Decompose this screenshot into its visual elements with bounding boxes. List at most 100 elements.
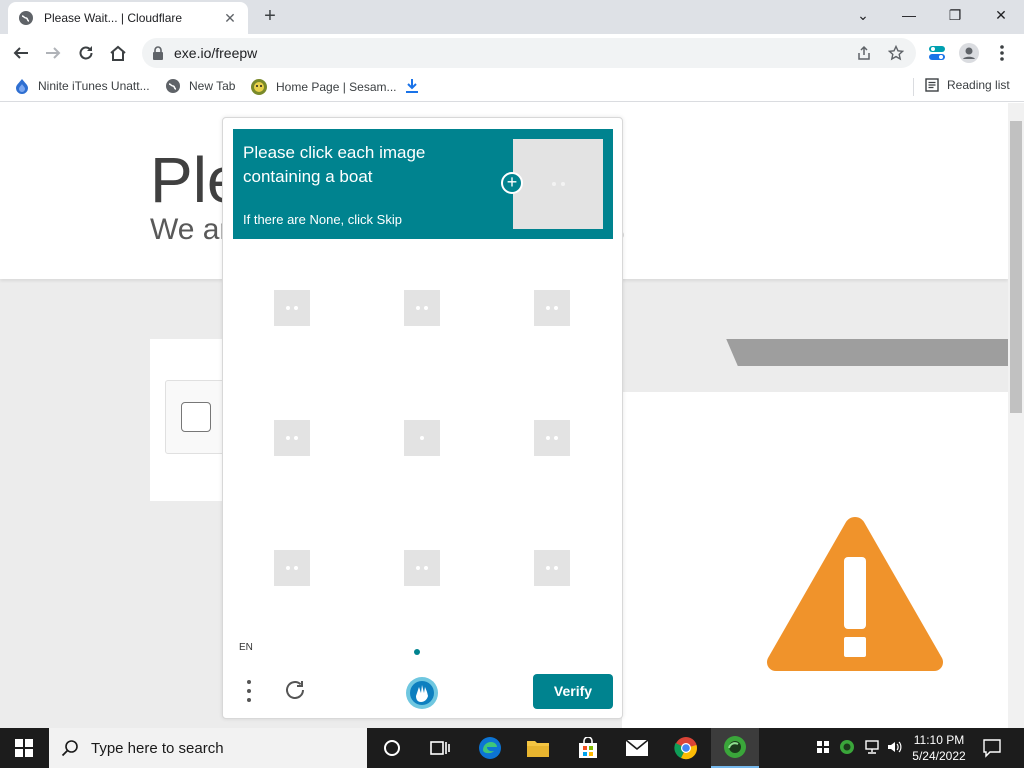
- system-clock[interactable]: 11:10 PM 5/24/2022: [906, 732, 972, 764]
- bookmark-new-tab[interactable]: New Tab: [165, 78, 235, 94]
- back-button[interactable]: [8, 40, 34, 66]
- browser-tab[interactable]: Please Wait... | Cloudflare ✕: [8, 2, 248, 34]
- reload-button[interactable]: [73, 40, 99, 66]
- back-arrow-icon: [13, 47, 28, 59]
- bookmarks-bar: Ninite iTunes Unatt... New Tab Home Page…: [0, 72, 1024, 102]
- sesame-icon: [251, 79, 267, 95]
- prompt-text: Please click each image containing a boa…: [243, 143, 426, 186]
- verify-button[interactable]: Verify: [533, 674, 613, 709]
- language-selector[interactable]: EN: [239, 642, 253, 653]
- new-tab-button[interactable]: +: [258, 4, 282, 28]
- image-tile-7[interactable]: [274, 550, 310, 586]
- download-icon: [406, 79, 418, 93]
- warning-icon: [766, 517, 944, 671]
- network-icon[interactable]: [863, 739, 881, 755]
- folder-icon: [527, 741, 549, 757]
- scrollbar-thumb[interactable]: [1010, 121, 1022, 413]
- example-image[interactable]: [513, 139, 603, 229]
- extension-button[interactable]: [924, 40, 950, 66]
- human-checkbox[interactable]: [181, 402, 211, 432]
- reload-icon: [79, 46, 93, 60]
- captcha-menu-icon[interactable]: [243, 678, 255, 704]
- bookmarks-divider: [913, 78, 914, 96]
- minimize-button[interactable]: —: [886, 0, 932, 30]
- refresh-challenge-icon[interactable]: [283, 678, 307, 702]
- kebab-menu-icon: [1000, 45, 1004, 61]
- ninite-icon: [16, 79, 28, 94]
- captcha-prompt: Please click each image containing a boa…: [233, 129, 613, 239]
- image-tile-2[interactable]: [404, 290, 440, 326]
- hcaptcha-logo-icon[interactable]: [405, 676, 439, 710]
- address-bar[interactable]: exe.io/freepw: [142, 38, 916, 68]
- menu-button[interactable]: [989, 40, 1015, 66]
- image-tile-3[interactable]: [534, 290, 570, 326]
- captcha-challenge: Please click each image containing a boa…: [222, 117, 623, 719]
- tab-strip: Please Wait... | Cloudflare ✕ + ⌄ — ❐ ✕: [0, 0, 1024, 34]
- bookmark-star-icon[interactable]: [888, 45, 904, 61]
- image-tile-5[interactable]: [404, 420, 440, 456]
- start-button[interactable]: [0, 728, 48, 768]
- taskbar-search-box[interactable]: Type here to search: [49, 728, 367, 768]
- close-window-button[interactable]: ✕: [978, 0, 1024, 30]
- tab-close-icon[interactable]: ✕: [222, 10, 238, 27]
- bookmark-ninite[interactable]: Ninite iTunes Unatt...: [14, 78, 150, 94]
- file-explorer-button[interactable]: [514, 728, 562, 768]
- windows-logo-icon: [15, 739, 33, 757]
- bookmark-sesame[interactable]: Home Page | Sesam...: [250, 78, 397, 96]
- forward-arrow-icon: [46, 47, 61, 59]
- image-tile-6[interactable]: [534, 420, 570, 456]
- reading-list-label: Reading list: [947, 78, 1010, 92]
- windows-taskbar: Type here to search 11:10 PM 5/24/2022: [0, 728, 1024, 768]
- edge-beta-tray-icon[interactable]: [839, 739, 855, 755]
- edge-beta-icon: [724, 736, 746, 758]
- globe-icon: [19, 11, 33, 25]
- edge-taskbar-button[interactable]: [466, 728, 514, 768]
- search-icon: [61, 740, 78, 757]
- globe-icon: [166, 79, 180, 93]
- restore-button[interactable]: ❐: [932, 0, 978, 30]
- expand-example-icon[interactable]: +: [501, 172, 523, 194]
- clock-time: 11:10 PM: [913, 733, 965, 747]
- prompt-hint: If there are None, click Skip: [243, 212, 402, 227]
- forward-button[interactable]: [40, 40, 66, 66]
- bookmark-download[interactable]: [405, 78, 427, 94]
- volume-icon[interactable]: [886, 739, 902, 755]
- home-icon: [110, 45, 126, 61]
- reading-list-button[interactable]: Reading list: [925, 78, 1010, 92]
- url-text: exe.io/freepw: [174, 45, 258, 61]
- avatar-icon: [959, 43, 979, 63]
- store-button[interactable]: [564, 728, 612, 768]
- clock-date: 5/24/2022: [912, 749, 966, 763]
- image-tile-9[interactable]: [534, 550, 570, 586]
- page-scrollbar[interactable]: [1008, 103, 1024, 728]
- tab-title: Please Wait... | Cloudflare: [44, 11, 183, 25]
- bookmark-label: Ninite iTunes Unatt...: [38, 79, 150, 93]
- lock-icon: [153, 46, 163, 60]
- search-placeholder: Type here to search: [91, 739, 224, 757]
- security-icon[interactable]: [815, 739, 831, 755]
- mail-button[interactable]: [613, 728, 661, 768]
- chrome-taskbar-button[interactable]: [662, 728, 710, 768]
- image-tile-8[interactable]: [404, 550, 440, 586]
- home-button[interactable]: [105, 40, 131, 66]
- share-icon[interactable]: [856, 45, 872, 61]
- page-indicator-dot: [414, 649, 420, 655]
- image-tile-4[interactable]: [274, 420, 310, 456]
- edge-icon: [479, 737, 501, 759]
- cortana-button[interactable]: [368, 728, 416, 768]
- chrome-icon: [674, 737, 697, 760]
- progress-banner: [622, 339, 1008, 366]
- edge-beta-taskbar-button[interactable]: [711, 728, 759, 768]
- store-icon: [579, 737, 597, 758]
- image-tile-1[interactable]: [274, 290, 310, 326]
- task-view-button[interactable]: [416, 728, 464, 768]
- task-view-icon: [430, 741, 450, 755]
- notification-icon[interactable]: [982, 738, 1002, 758]
- tab-search-icon[interactable]: ⌄: [840, 0, 886, 30]
- bookmark-label: Home Page | Sesam...: [276, 80, 397, 94]
- cortana-icon: [384, 740, 400, 756]
- reading-list-icon: [925, 78, 939, 92]
- profile-button[interactable]: [956, 40, 982, 66]
- mail-icon: [625, 739, 649, 756]
- extension-icon: [929, 46, 945, 60]
